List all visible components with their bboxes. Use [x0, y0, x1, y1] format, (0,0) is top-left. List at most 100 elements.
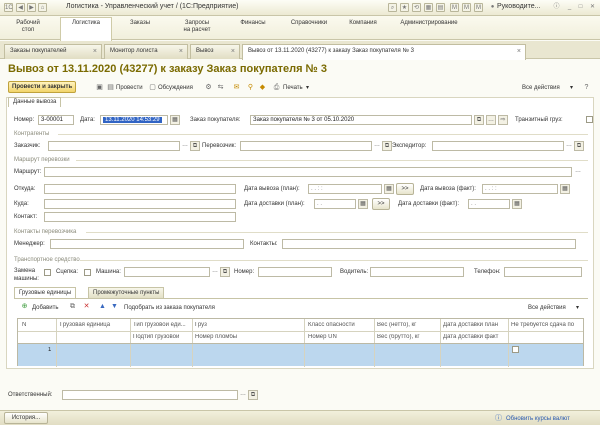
calc-icon[interactable]: ▦	[424, 3, 433, 12]
section-desktop[interactable]: Рабочий стол	[8, 18, 48, 38]
table-row[interactable]	[18, 344, 583, 366]
route-field[interactable]	[44, 167, 572, 177]
structure-icon[interactable]: ⚙	[204, 83, 213, 92]
replace-vehicle-checkbox[interactable]	[44, 269, 51, 276]
section-company[interactable]: Компания	[340, 18, 386, 38]
column-header-net-weight[interactable]: Вес (нетто), кг	[377, 322, 439, 329]
copy-icon[interactable]: ⧉	[68, 302, 77, 311]
minimize-icon[interactable]: _	[565, 3, 574, 12]
close-window-icon[interactable]: ✕	[588, 3, 597, 12]
favorites-icon[interactable]: ★	[400, 3, 409, 12]
tab-removal-data[interactable]: Данные вывоза	[8, 97, 62, 107]
calendar-icon[interactable]: ▦	[560, 184, 570, 194]
search-icon[interactable]: ⌕	[388, 3, 397, 12]
pick-from-order-button[interactable]: Подобрать из заказа покупателя	[124, 304, 215, 312]
no-handover-checkbox[interactable]	[512, 346, 519, 353]
carrier-field[interactable]	[240, 141, 372, 151]
section-logistics[interactable]: Логистика	[60, 17, 112, 41]
goto-icon[interactable]: ⇨	[498, 115, 508, 125]
tab-cargo-units[interactable]: Грузовые единицы	[14, 287, 77, 298]
select-icon[interactable]: …	[486, 115, 496, 125]
from-field[interactable]	[44, 184, 236, 194]
select-icon[interactable]: …	[564, 141, 574, 151]
chevron-down-icon[interactable]: ▾	[576, 304, 579, 312]
discussions-button[interactable]: Обсуждения	[158, 84, 193, 92]
column-header-cargo-unit[interactable]: Грузовая единица	[60, 322, 128, 329]
responsible-field[interactable]	[62, 390, 238, 400]
column-header-plan-delivery[interactable]: Дата доставки план	[443, 322, 507, 329]
memory-m-icon[interactable]: M	[450, 3, 459, 12]
number-field[interactable]: 3-00001	[38, 115, 74, 125]
post-and-close-button[interactable]: Провести и закрыть	[8, 81, 77, 93]
calendar-icon[interactable]: ▦	[170, 115, 180, 125]
column-header-unit-subtype[interactable]: Подтип грузовой	[133, 334, 191, 341]
maximize-icon[interactable]: □	[576, 3, 585, 12]
driver-field[interactable]	[370, 267, 464, 277]
memory-mplus-icon[interactable]: M	[462, 3, 471, 12]
transit-cargo-checkbox[interactable]	[586, 116, 593, 123]
cargo-units-table[interactable]: N Грузовая единица Тип грузовой еди... Г…	[17, 318, 584, 367]
forwarder-field[interactable]	[432, 141, 564, 151]
select-icon[interactable]: …	[180, 141, 190, 151]
copy-date-button[interactable]: >>	[372, 198, 390, 210]
calendar-icon[interactable]: ▤	[436, 3, 445, 12]
plate-field[interactable]	[258, 267, 332, 277]
forward-icon[interactable]: ▶	[27, 3, 36, 12]
move-up-icon[interactable]: ▲	[98, 302, 107, 311]
movement-icon[interactable]: ⇆	[216, 83, 225, 92]
save-icon[interactable]: ▣	[95, 83, 104, 92]
memory-mminus-icon[interactable]: M	[474, 3, 483, 12]
column-header-n[interactable]: N	[22, 322, 54, 329]
info-icon[interactable]: ⓘ	[552, 3, 561, 12]
close-tab-icon[interactable]: ×	[179, 45, 183, 58]
manager-field[interactable]	[50, 239, 244, 249]
section-calc-requests[interactable]: Запросы на расчет	[172, 18, 222, 38]
section-catalogs[interactable]: Справочники	[282, 18, 336, 38]
tab-customer-orders[interactable]: Заказы покупателей ×	[4, 44, 102, 59]
chevron-down-icon[interactable]: ▾	[570, 84, 573, 92]
contacts-field[interactable]	[282, 239, 576, 249]
close-tab-icon[interactable]: ×	[93, 45, 97, 58]
open-icon[interactable]: ⧉	[190, 141, 200, 151]
close-tab-icon[interactable]: ×	[231, 45, 235, 58]
calendar-icon[interactable]: ▦	[358, 199, 368, 209]
select-icon[interactable]: …	[372, 141, 382, 151]
calendar-icon[interactable]: ▦	[512, 199, 522, 209]
close-tab-icon[interactable]: ×	[517, 45, 521, 58]
attachment-icon[interactable]: ⚲	[246, 83, 255, 92]
plan-removal-date-field[interactable]: . . : :	[308, 184, 382, 194]
column-header-cargo[interactable]: Груз	[195, 322, 301, 329]
add-row-button[interactable]: Добавить	[32, 304, 59, 312]
plan-delivery-date-field[interactable]: . .	[314, 199, 356, 209]
open-icon[interactable]: ⧉	[574, 141, 584, 151]
customer-order-field[interactable]: Заказ покупателя № 3 от 05.10.2020	[250, 115, 472, 125]
all-actions-button[interactable]: Все действия	[522, 84, 560, 92]
fact-removal-date-field[interactable]: . . : :	[482, 184, 558, 194]
vehicle-field[interactable]	[124, 267, 210, 277]
delete-icon[interactable]: ✕	[82, 302, 91, 311]
column-header-seal-number[interactable]: Номер пломбы	[195, 334, 301, 341]
open-icon[interactable]: ⧉	[248, 390, 258, 400]
date-field[interactable]: 13.11.2020 14:53:29	[100, 115, 168, 125]
section-finance[interactable]: Финансы	[230, 18, 276, 38]
to-field[interactable]	[44, 199, 236, 209]
open-icon[interactable]: ⧉	[382, 141, 392, 151]
copy-date-button[interactable]: >>	[396, 183, 414, 195]
column-header-unit-type[interactable]: Тип грузовой еди...	[133, 322, 191, 329]
coupling-checkbox[interactable]	[84, 269, 91, 276]
post-button[interactable]: Провести	[116, 84, 143, 92]
move-down-icon[interactable]: ▼	[110, 302, 119, 311]
column-header-un-number[interactable]: Номер UN	[308, 334, 372, 341]
section-orders[interactable]: Заказы	[118, 18, 162, 38]
history-icon[interactable]: ⟲	[412, 3, 421, 12]
back-icon[interactable]: ◀	[16, 3, 25, 12]
tab-intermediate-points[interactable]: Промежуточные пункты	[88, 287, 165, 298]
contact-field[interactable]	[44, 212, 236, 222]
column-header-gross-weight[interactable]: Вес (брутто), кг	[377, 334, 439, 341]
home-icon[interactable]: ⌂	[38, 3, 47, 12]
column-header-hazard-class[interactable]: Класс опасности	[308, 322, 372, 329]
grid-all-actions-button[interactable]: Все действия	[528, 304, 566, 312]
select-icon[interactable]: …	[210, 267, 220, 277]
calendar-icon[interactable]: ▦	[384, 184, 394, 194]
tab-removal-document[interactable]: Вывоз от 13.11.2020 (43277) к заказу Зак…	[242, 44, 526, 60]
